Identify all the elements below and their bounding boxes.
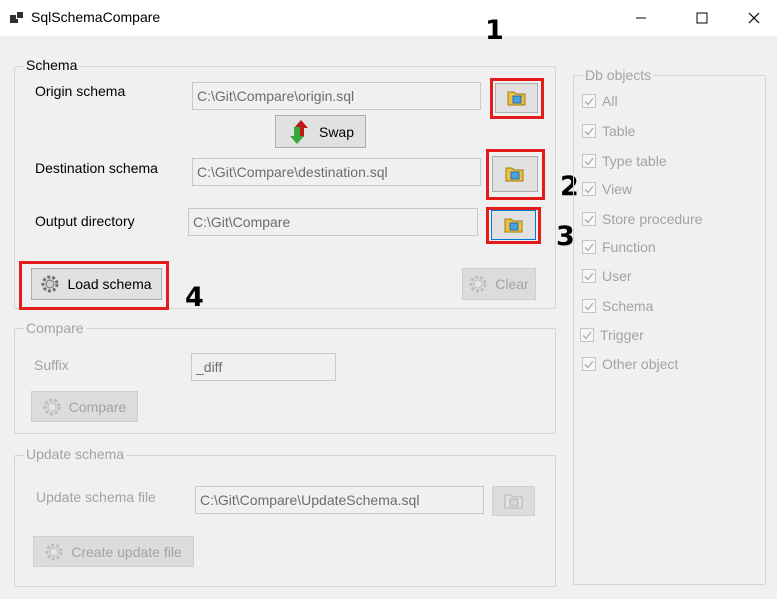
checkbox-box[interactable]	[582, 357, 596, 371]
db-object-label: Type table	[602, 153, 667, 169]
minimize-icon	[636, 17, 646, 19]
swap-button[interactable]: Swap	[275, 115, 366, 148]
app-icon	[10, 11, 24, 25]
checkmark-icon	[584, 127, 594, 136]
checkmark-icon	[584, 302, 594, 311]
close-button[interactable]	[731, 0, 777, 36]
maximize-button[interactable]	[679, 0, 725, 36]
output-browse-button[interactable]	[491, 210, 536, 240]
checkbox-box[interactable]	[582, 269, 596, 283]
close-icon	[748, 12, 760, 24]
update-schema-group	[14, 455, 556, 587]
checkbox-box[interactable]	[582, 94, 596, 108]
output-directory-label: Output directory	[35, 213, 135, 229]
gear-icon	[43, 398, 61, 415]
db-object-checkbox[interactable]: View	[582, 181, 632, 197]
load-schema-button[interactable]: Load schema	[31, 268, 162, 300]
db-object-label: Table	[602, 123, 636, 139]
origin-schema-label: Origin schema	[35, 83, 126, 99]
gear-icon	[469, 275, 487, 293]
db-object-checkbox[interactable]: Table	[582, 123, 635, 139]
checkbox-box[interactable]	[582, 240, 596, 254]
db-object-checkbox[interactable]: All	[582, 93, 618, 109]
checkmark-icon	[584, 185, 594, 194]
minimize-button[interactable]	[618, 0, 664, 36]
checkbox-box[interactable]	[582, 299, 596, 313]
checkbox-box[interactable]	[582, 154, 596, 168]
update-schema-file-label: Update schema file	[36, 489, 156, 505]
clear-button-label: Clear	[495, 276, 529, 292]
folder-icon	[504, 494, 522, 509]
update-browse-button[interactable]	[492, 486, 535, 516]
window-title: SqlSchemaCompare	[31, 9, 161, 25]
gear-icon	[45, 543, 63, 560]
swap-arrows-icon	[289, 119, 308, 144]
swap-button-label: Swap	[318, 123, 355, 140]
db-object-checkbox[interactable]: User	[582, 268, 632, 284]
create-update-file-button[interactable]: Create update file	[33, 536, 194, 567]
checkbox-box[interactable]	[582, 124, 596, 138]
checkmark-icon	[582, 331, 592, 340]
checkmark-icon	[584, 215, 594, 224]
db-object-label: Trigger	[600, 327, 644, 343]
title-bar[interactable]: SqlSchemaCompare	[0, 0, 777, 36]
folder-icon	[507, 91, 525, 106]
db-object-checkbox[interactable]: Store procedure	[582, 211, 702, 227]
checkbox-box[interactable]	[582, 182, 596, 196]
compare-button-label: Compare	[68, 398, 127, 415]
checkmark-icon	[584, 360, 594, 369]
checkbox-box[interactable]	[582, 212, 596, 226]
origin-browse-button[interactable]	[495, 83, 538, 113]
annotation-4: 4	[185, 282, 204, 313]
schema-group-title: Schema	[24, 57, 80, 73]
db-object-checkbox[interactable]: Type table	[582, 153, 667, 169]
clear-button[interactable]: Clear	[462, 268, 536, 300]
output-directory-input[interactable]: C:\Git\Compare	[188, 208, 478, 236]
maximize-icon	[696, 12, 708, 24]
gear-icon	[41, 275, 59, 293]
suffix-label: Suffix	[34, 357, 69, 373]
db-object-label: Function	[602, 239, 656, 255]
destination-schema-input[interactable]: C:\Git\Compare\destination.sql	[192, 158, 481, 186]
db-objects-group-title: Db objects	[583, 67, 654, 83]
checkmark-icon	[584, 243, 594, 252]
db-object-checkbox[interactable]: Trigger	[580, 327, 644, 343]
folder-icon	[504, 218, 522, 233]
db-object-label: View	[602, 181, 633, 197]
compare-button[interactable]: Compare	[31, 391, 138, 422]
db-object-label: Store procedure	[602, 211, 703, 227]
db-object-checkbox[interactable]: Other object	[582, 356, 678, 372]
folder-icon	[505, 167, 524, 182]
update-schema-file-input[interactable]: C:\Git\Compare\UpdateSchema.sql	[195, 486, 484, 514]
destination-schema-label: Destination schema	[35, 160, 158, 176]
db-object-label: All	[602, 93, 618, 109]
compare-group-title: Compare	[24, 320, 86, 336]
suffix-input[interactable]: _diff	[191, 353, 336, 381]
checkmark-icon	[584, 272, 594, 281]
annotation-3: 3	[556, 221, 575, 252]
db-object-label: Other object	[602, 356, 679, 372]
db-object-label: Schema	[602, 298, 654, 314]
annotation-1: 1	[485, 15, 504, 46]
create-update-file-button-label: Create update file	[71, 543, 182, 560]
db-object-checkbox[interactable]: Schema	[582, 298, 653, 314]
checkmark-icon	[584, 157, 594, 166]
origin-schema-input[interactable]: C:\Git\Compare\origin.sql	[192, 82, 481, 110]
update-schema-group-title: Update schema	[24, 446, 127, 462]
checkbox-box[interactable]	[580, 328, 594, 342]
destination-browse-button[interactable]	[492, 156, 538, 192]
load-schema-button-label: Load schema	[67, 276, 152, 292]
checkmark-icon	[584, 97, 594, 106]
db-object-label: User	[602, 268, 632, 284]
db-object-checkbox[interactable]: Function	[582, 239, 656, 255]
